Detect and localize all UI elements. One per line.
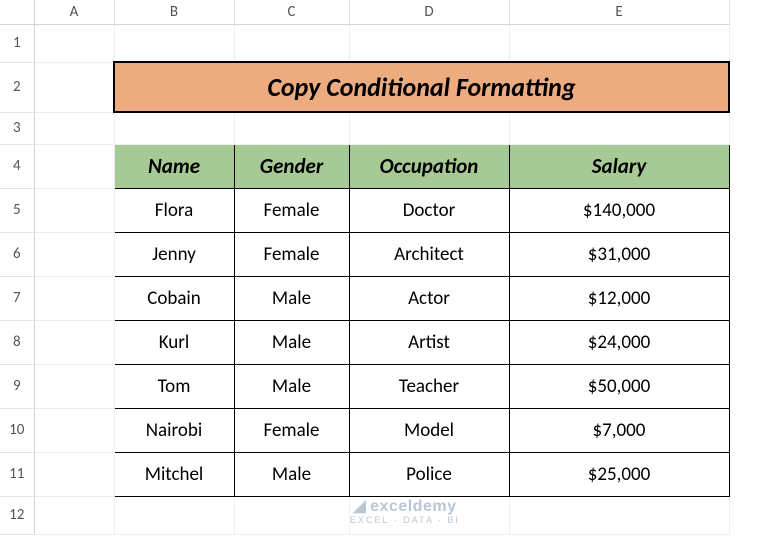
col-header-A[interactable]: A (34, 0, 114, 24)
table-row[interactable]: Male (234, 364, 349, 408)
cell-D1[interactable] (349, 24, 509, 62)
cell-E3[interactable] (509, 112, 729, 144)
row-header-2[interactable]: 2 (0, 62, 34, 112)
cell-A9[interactable] (34, 364, 114, 408)
row-header-10[interactable]: 10 (0, 408, 34, 452)
row-header-11[interactable]: 11 (0, 452, 34, 496)
row-header-9[interactable]: 9 (0, 364, 34, 408)
cell-A6[interactable] (34, 232, 114, 276)
col-header-D[interactable]: D (349, 0, 509, 24)
table-row[interactable]: Mitchel (114, 452, 234, 496)
cell-A7[interactable] (34, 276, 114, 320)
table-row[interactable]: Teacher (349, 364, 509, 408)
header-salary[interactable]: Salary (509, 144, 729, 188)
cell-A5[interactable] (34, 188, 114, 232)
col-header-E[interactable]: E (509, 0, 729, 24)
table-row[interactable]: Architect (349, 232, 509, 276)
table-row[interactable]: Actor (349, 276, 509, 320)
table-row[interactable]: Male (234, 276, 349, 320)
row-header-5[interactable]: 5 (0, 188, 34, 232)
cell-A4[interactable] (34, 144, 114, 188)
table-row[interactable]: Police (349, 452, 509, 496)
table-row[interactable]: Female (234, 232, 349, 276)
table-row[interactable]: Female (234, 408, 349, 452)
title-cell[interactable]: Copy Conditional Formatting (114, 62, 729, 112)
cell-D12[interactable] (349, 496, 509, 534)
row-header-6[interactable]: 6 (0, 232, 34, 276)
table-row[interactable]: Male (234, 320, 349, 364)
table-row[interactable]: Artist (349, 320, 509, 364)
row-header-8[interactable]: 8 (0, 320, 34, 364)
table-row[interactable]: $50,000 (509, 364, 729, 408)
cell-A8[interactable] (34, 320, 114, 364)
cell-B3[interactable] (114, 112, 234, 144)
table-row[interactable]: Doctor (349, 188, 509, 232)
table-row[interactable]: $31,000 (509, 232, 729, 276)
select-all-corner[interactable] (0, 0, 34, 24)
cell-B1[interactable] (114, 24, 234, 62)
cell-A2[interactable] (34, 62, 114, 112)
cell-E1[interactable] (509, 24, 729, 62)
col-header-C[interactable]: C (234, 0, 349, 24)
header-occupation[interactable]: Occupation (349, 144, 509, 188)
cell-A12[interactable] (34, 496, 114, 534)
cell-C1[interactable] (234, 24, 349, 62)
table-row[interactable]: $25,000 (509, 452, 729, 496)
table-row[interactable]: Female (234, 188, 349, 232)
table-row[interactable]: Model (349, 408, 509, 452)
cell-A3[interactable] (34, 112, 114, 144)
header-name[interactable]: Name (114, 144, 234, 188)
table-row[interactable]: $12,000 (509, 276, 729, 320)
col-header-B[interactable]: B (114, 0, 234, 24)
cell-C3[interactable] (234, 112, 349, 144)
table-row[interactable]: $140,000 (509, 188, 729, 232)
table-row[interactable]: Cobain (114, 276, 234, 320)
cell-E12[interactable] (509, 496, 729, 534)
table-row[interactable]: $7,000 (509, 408, 729, 452)
header-gender[interactable]: Gender (234, 144, 349, 188)
cell-A10[interactable] (34, 408, 114, 452)
table-row[interactable]: Tom (114, 364, 234, 408)
row-header-3[interactable]: 3 (0, 112, 34, 144)
cell-C12[interactable] (234, 496, 349, 534)
row-header-1[interactable]: 1 (0, 24, 34, 62)
row-header-7[interactable]: 7 (0, 276, 34, 320)
table-row[interactable]: Male (234, 452, 349, 496)
cell-B12[interactable] (114, 496, 234, 534)
table-row[interactable]: Nairobi (114, 408, 234, 452)
spreadsheet-grid[interactable]: A B C D E 1 2 Copy Conditional Formattin… (0, 0, 730, 535)
row-header-4[interactable]: 4 (0, 144, 34, 188)
table-row[interactable]: Flora (114, 188, 234, 232)
table-row[interactable]: $24,000 (509, 320, 729, 364)
table-row[interactable]: Jenny (114, 232, 234, 276)
row-header-12[interactable]: 12 (0, 496, 34, 534)
table-row[interactable]: Kurl (114, 320, 234, 364)
cell-A1[interactable] (34, 24, 114, 62)
cell-D3[interactable] (349, 112, 509, 144)
cell-A11[interactable] (34, 452, 114, 496)
